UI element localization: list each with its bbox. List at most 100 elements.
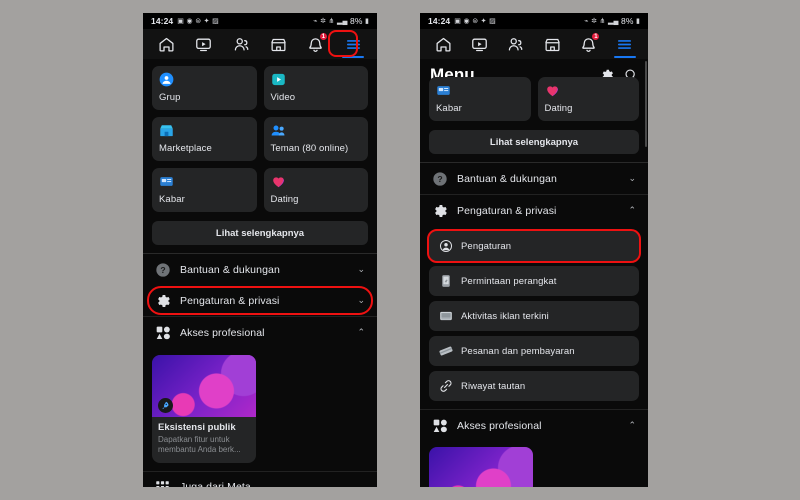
- news-icon: [436, 83, 452, 99]
- chevron-up-icon: ⌃: [357, 327, 365, 337]
- left-panel-content: Grup Video Marketplace Teman (80 online)…: [143, 59, 377, 487]
- status-bar-left-icons: ▣ ◉ ⊜ ✦ ▨: [454, 18, 496, 25]
- row-pengaturan-privasi[interactable]: Pengaturan & privasi ⌃: [420, 195, 648, 226]
- image-icon: ▨: [212, 17, 219, 25]
- right-phone-panel: 14:24 ▣ ◉ ⊜ ✦ ▨ ⌁ ✲ ⋔ ▂▄ 8% ▮ 1 Menu Kab…: [420, 13, 648, 487]
- nav-home-button[interactable]: [430, 31, 456, 57]
- submenu-label: Permintaan perangkat: [461, 275, 557, 287]
- nav-active-underline: [613, 55, 636, 58]
- chevron-up-icon: ⌃: [628, 420, 636, 430]
- clock-icon: ◉: [186, 17, 193, 25]
- battery-icon: ▮: [636, 17, 640, 25]
- nav-video-button[interactable]: [466, 31, 492, 57]
- submenu-aktivitas-iklan[interactable]: Aktivitas iklan terkini: [429, 301, 639, 331]
- submenu-pesanan-pembayaran[interactable]: Pesanan dan pembayaran: [429, 336, 639, 366]
- nav-menu-button[interactable]: [612, 31, 638, 58]
- row-bantuan-dukungan[interactable]: ? Bantuan & dukungan ⌄: [420, 163, 648, 194]
- nav-marketplace-button[interactable]: [539, 31, 565, 57]
- tile-kabar[interactable]: Kabar: [429, 77, 531, 121]
- question-circle-icon: ?: [431, 170, 448, 187]
- professional-icon: [431, 417, 448, 434]
- nav-menu-button[interactable]: [340, 31, 366, 58]
- chevron-down-icon: ⌄: [628, 173, 636, 183]
- nav-notifications-button[interactable]: 1: [303, 31, 329, 57]
- partial-tile-grid: Kabar Dating: [420, 77, 648, 121]
- svg-text:?: ?: [160, 265, 165, 275]
- camera-icon: ▣: [454, 17, 461, 25]
- screenshot-stage: 14:24 ▣ ◉ ⊜ ✦ ▨ ⌁ ✲ ⋔ ▂▄ 8% ▮ 1 Grup Vid…: [0, 0, 800, 500]
- account-circle-icon: [438, 239, 453, 254]
- tile-label: Teman (80 online): [270, 143, 349, 154]
- gear-icon: [431, 202, 448, 219]
- see-more-button[interactable]: Lihat selengkapnya: [429, 130, 639, 154]
- rocket-icon: [158, 398, 173, 413]
- nav-notifications-button[interactable]: 1: [575, 31, 601, 57]
- row-label: Pengaturan & privasi: [457, 204, 557, 217]
- submenu-label: Pengaturan: [461, 240, 512, 252]
- chevron-down-icon: ⌄: [357, 295, 365, 305]
- promo-image-cropped[interactable]: [429, 447, 533, 487]
- scrollbar-thumb[interactable]: [645, 61, 647, 147]
- submenu-label: Pesanan dan pembayaran: [461, 345, 575, 357]
- promo-card-eksistensi-publik[interactable]: Eksistensi publik Dapatkan fitur untuk m…: [152, 355, 256, 463]
- heart-icon: [271, 174, 287, 190]
- status-bar-time: 14:24: [428, 16, 451, 26]
- tile-video[interactable]: Video: [263, 66, 368, 110]
- news-icon: [159, 174, 175, 190]
- left-phone-panel: 14:24 ▣ ◉ ⊜ ✦ ▨ ⌁ ✲ ⋔ ▂▄ 8% ▮ 1 Grup Vid…: [143, 13, 377, 487]
- tile-dating[interactable]: Dating: [537, 77, 639, 121]
- pengaturan-highlight-ring: [427, 229, 641, 263]
- nav-video-button[interactable]: [191, 31, 217, 57]
- chevron-up-icon: ⌃: [628, 205, 636, 215]
- tile-grup[interactable]: Grup: [152, 66, 257, 110]
- status-bar-right-icons: ⌁ ✲ ⋔ ▂▄ 8% ▮: [313, 16, 369, 26]
- nav-marketplace-button[interactable]: [266, 31, 292, 57]
- dnd-icon: ⊜: [472, 17, 479, 25]
- wifi-icon: ⋔: [599, 17, 606, 25]
- top-navigation-bar: 1: [420, 29, 648, 59]
- tile-label: Marketplace: [159, 143, 212, 154]
- row-label: Pengaturan & privasi: [180, 294, 280, 307]
- status-bar-time: 14:24: [151, 16, 174, 26]
- submenu-label: Aktivitas iklan terkini: [461, 310, 549, 322]
- tile-dating[interactable]: Dating: [263, 168, 368, 212]
- gear-icon: [154, 292, 171, 309]
- tile-label: Dating: [544, 103, 573, 114]
- promo-description: Dapatkan fitur untuk membantu Anda berk.…: [158, 435, 241, 455]
- tile-label: Grup: [159, 92, 181, 103]
- nav-home-button[interactable]: [154, 31, 180, 57]
- row-label: Akses profesional: [180, 326, 265, 339]
- vpn-icon: ⌁: [584, 17, 589, 25]
- promo-title: Eksistensi publik: [158, 422, 236, 433]
- chevron-down-icon: ⌄: [357, 481, 365, 487]
- tile-kabar[interactable]: Kabar: [152, 168, 257, 212]
- submenu-permintaan-perangkat[interactable]: Permintaan perangkat: [429, 266, 639, 296]
- see-more-button[interactable]: Lihat selengkapnya: [152, 221, 368, 245]
- submenu-label: Riwayat tautan: [461, 380, 526, 392]
- battery-percent: 8%: [350, 16, 363, 26]
- svg-text:?: ?: [437, 174, 442, 184]
- bug-icon: ✦: [480, 17, 487, 25]
- shortcut-tile-grid: Grup Video Marketplace Teman (80 online)…: [143, 59, 377, 212]
- groups-icon: [159, 72, 175, 88]
- row-label: Juga dari Meta: [180, 481, 357, 487]
- nav-friends-button[interactable]: [228, 31, 254, 57]
- nav-active-underline: [342, 55, 365, 58]
- submenu-riwayat-tautan[interactable]: Riwayat tautan: [429, 371, 639, 401]
- row-pengaturan-privasi[interactable]: Pengaturan & privasi ⌄: [143, 285, 377, 316]
- tile-marketplace[interactable]: Marketplace: [152, 117, 257, 161]
- nav-friends-button[interactable]: [503, 31, 529, 57]
- status-bar: 14:24 ▣ ◉ ⊜ ✦ ▨ ⌁ ✲ ⋔ ▂▄ 8% ▮: [420, 13, 648, 29]
- bluetooth-icon: ✲: [320, 17, 327, 25]
- friends-tile-icon: [271, 123, 287, 139]
- row-akses-profesional[interactable]: Akses profesional ⌃: [143, 317, 377, 348]
- apps-grid-icon: [154, 479, 171, 487]
- tile-label: Kabar: [159, 194, 185, 205]
- bluetooth-icon: ✲: [591, 17, 598, 25]
- row-bantuan-dukungan[interactable]: ? Bantuan & dukungan ⌄: [143, 254, 377, 285]
- submenu-pengaturan[interactable]: Pengaturan: [427, 229, 641, 263]
- tile-teman[interactable]: Teman (80 online): [263, 117, 368, 161]
- question-circle-icon: ?: [154, 261, 171, 278]
- row-akses-profesional[interactable]: Akses profesional ⌃: [420, 410, 648, 441]
- row-juga-dari-meta[interactable]: Juga dari Meta ⌄: [143, 472, 377, 487]
